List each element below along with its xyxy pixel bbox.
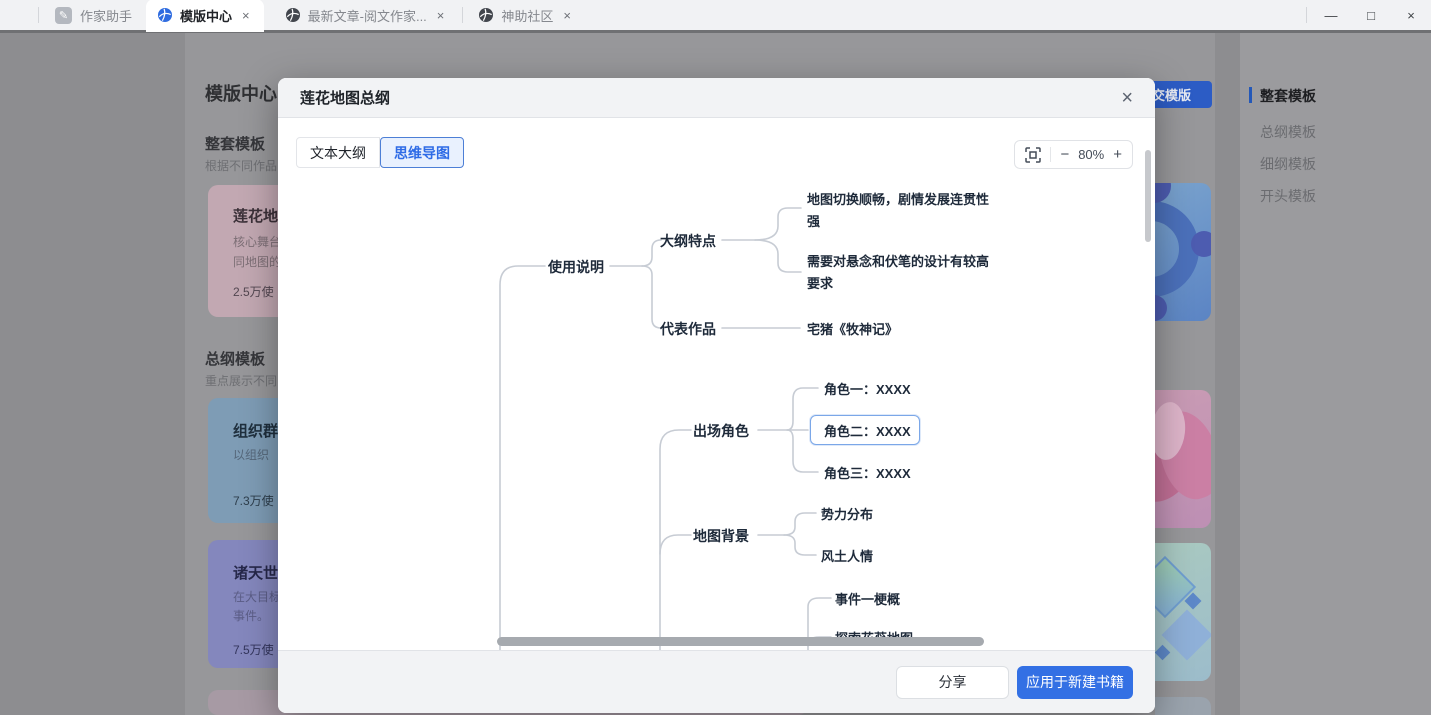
section-title-outline: 总纲模板 xyxy=(205,348,265,369)
section-subtitle-outline: 重点展示不同 xyxy=(205,372,277,389)
sidebar-item-full-set[interactable]: 整套模板 xyxy=(1260,86,1316,106)
card-usage-count: 7.5万使 xyxy=(233,641,274,658)
divider xyxy=(38,7,39,23)
card-title: 组织群 xyxy=(233,420,278,441)
card-title: 诸天世 xyxy=(233,562,278,583)
close-modal-icon[interactable]: × xyxy=(1121,88,1133,108)
card-thumbnail-partial xyxy=(1155,697,1211,715)
mindmap-leaf-feature2[interactable]: 需要对悬念和伏笔的设计有较高要求 xyxy=(807,251,991,295)
app-title: 作家助手 xyxy=(80,6,132,25)
mindmap-leaf-char2-selected[interactable]: 角色二：XXXX xyxy=(810,415,920,445)
mindmap-canvas[interactable]: 文本大纲 思维导图 − 80% + xyxy=(278,118,1155,650)
dot-shape xyxy=(1155,295,1167,321)
card-usage-count: 7.3万使 xyxy=(233,492,274,509)
horizontal-scrollbar[interactable] xyxy=(497,637,984,646)
view-switcher: 文本大纲 思维导图 xyxy=(296,137,464,168)
close-tab-icon[interactable]: × xyxy=(561,8,573,23)
share-button[interactable]: 分享 xyxy=(896,666,1009,699)
diamond-dot xyxy=(1155,645,1170,661)
mindmap-connectors xyxy=(278,118,1155,650)
window-controls: — □ × xyxy=(1306,0,1431,32)
mindmap-node-characters[interactable]: 出场角色 xyxy=(693,421,749,441)
modal-footer: 分享 应用于新建书籍 xyxy=(278,650,1155,713)
tab-text-outline[interactable]: 文本大纲 xyxy=(296,137,380,168)
maximize-button[interactable]: □ xyxy=(1351,8,1391,23)
dot-shape xyxy=(1155,183,1171,203)
card-line: 以组织 xyxy=(233,446,269,463)
tab-label: 神助社区 xyxy=(501,6,553,25)
mindmap-leaf-feature1[interactable]: 地图切换顺畅，剧情发展连贯性强 xyxy=(807,189,991,233)
sidebar-active-indicator xyxy=(1249,87,1252,103)
tab-template-center[interactable]: 模版中心 × xyxy=(146,0,264,32)
globe-icon xyxy=(158,8,172,22)
apply-to-new-book-button[interactable]: 应用于新建书籍 xyxy=(1017,666,1133,699)
minimize-button[interactable]: — xyxy=(1311,8,1351,23)
mindmap-leaf-char3[interactable]: 角色三：XXXX xyxy=(824,463,911,482)
section-subtitle-full-set: 根据不同作品 xyxy=(205,157,277,174)
window-titlebar: ✎ 作家助手 模版中心 × 最新文章-阅文作家... × 神助社区 × — □ xyxy=(0,0,1431,33)
outline-modal: 莲花地图总纲 × 文本大纲 思维导图 − 80% + xyxy=(278,78,1155,713)
sidebar-item-detailed-outline[interactable]: 细纲模板 xyxy=(1260,154,1316,174)
globe-icon xyxy=(286,8,300,22)
close-window-button[interactable]: × xyxy=(1391,8,1431,23)
zoom-in-button[interactable]: + xyxy=(1113,147,1122,162)
tab-label: 最新文章-阅文作家... xyxy=(308,6,427,25)
modal-title: 莲花地图总纲 xyxy=(300,87,390,108)
diamond-shape xyxy=(1155,556,1196,618)
zoom-level: 80% xyxy=(1078,147,1104,162)
tab-latest-articles[interactable]: 最新文章-阅文作家... × xyxy=(276,0,457,32)
globe-icon xyxy=(479,8,493,22)
sidebar-item-opening[interactable]: 开头模板 xyxy=(1260,186,1316,206)
sidebar-item-general-outline[interactable]: 总纲模板 xyxy=(1260,122,1316,142)
close-tab-icon[interactable]: × xyxy=(240,8,252,23)
divider xyxy=(1306,7,1307,23)
pen-icon: ✎ xyxy=(55,7,72,24)
card-usage-count: 2.5万使 xyxy=(233,283,274,300)
divider xyxy=(1050,147,1051,162)
divider xyxy=(462,7,463,23)
app-home-button[interactable]: ✎ 作家助手 xyxy=(45,0,146,32)
dot-shape xyxy=(1191,231,1211,257)
mindmap-node-representative-work[interactable]: 代表作品 xyxy=(660,319,716,339)
card-line: 事件。 xyxy=(233,607,269,624)
card-thumbnail-lotus xyxy=(1155,390,1211,528)
card-line: 在大目标 xyxy=(233,588,281,605)
card-line: 同地图的 xyxy=(233,253,281,270)
vertical-scrollbar[interactable] xyxy=(1145,150,1151,242)
mindmap-leaf-customs[interactable]: 风土人情 xyxy=(821,546,873,565)
zoom-controls: − 80% + xyxy=(1014,140,1133,169)
close-tab-icon[interactable]: × xyxy=(435,8,447,23)
card-thumbnail-rings xyxy=(1155,183,1211,321)
card-line: 核心舞台 xyxy=(233,233,281,250)
modal-header: 莲花地图总纲 × xyxy=(278,78,1155,118)
mindmap-leaf-event1[interactable]: 事件一梗概 xyxy=(835,589,900,608)
mindmap-leaf-char1[interactable]: 角色一：XXXX xyxy=(824,379,911,398)
mindmap-leaf-work1[interactable]: 宅猪《牧神记》 xyxy=(807,319,898,338)
mindmap-leaf-char2-label: 角色二：XXXX xyxy=(824,421,911,440)
tab-mind-map[interactable]: 思维导图 xyxy=(380,137,464,168)
tab-label: 模版中心 xyxy=(180,6,232,25)
tab-community[interactable]: 神助社区 × xyxy=(469,0,583,32)
mindmap-node-outline-features[interactable]: 大纲特点 xyxy=(660,231,716,251)
mindmap-node-map-background[interactable]: 地图背景 xyxy=(693,526,749,546)
card-title: 莲花地 xyxy=(233,205,278,226)
fit-view-icon[interactable] xyxy=(1025,147,1041,163)
mindmap-node-usage[interactable]: 使用说明 xyxy=(548,257,604,277)
background-gutter xyxy=(1215,33,1240,715)
zoom-out-button[interactable]: − xyxy=(1060,147,1069,162)
section-title-full-set: 整套模板 xyxy=(205,133,265,154)
mindmap-leaf-forces[interactable]: 势力分布 xyxy=(821,504,873,523)
card-thumbnail-diamonds xyxy=(1155,543,1211,681)
page-title: 模版中心 xyxy=(205,80,277,106)
